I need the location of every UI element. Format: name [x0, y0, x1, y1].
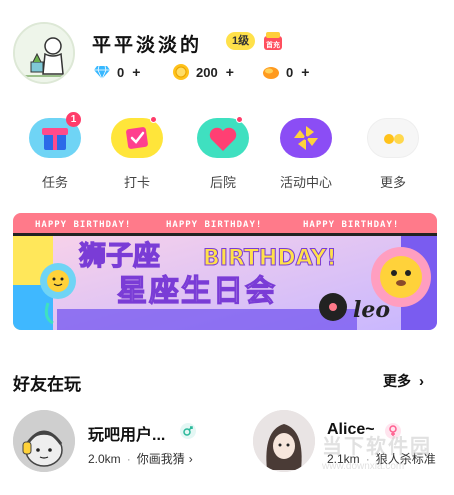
- friend-avatar[interactable]: [13, 410, 75, 472]
- diamond-add-button[interactable]: +: [132, 64, 140, 80]
- friend-distance: 2.0km: [88, 452, 121, 466]
- banner-strip-text: HAPPY BIRTHDAY!: [35, 220, 131, 230]
- diamond-icon: [94, 65, 110, 80]
- banner-line1-cn: 狮子座: [79, 240, 160, 272]
- action-backyard-label: 后院: [209, 175, 236, 190]
- friend-game: 你画我猜: [136, 452, 185, 466]
- username: 平平淡淡的: [92, 35, 203, 56]
- action-activity-center[interactable]: 活动中心: [275, 118, 337, 191]
- record-icon: [319, 293, 347, 321]
- friends-section-title: 好友在玩: [13, 375, 81, 394]
- banner-strip-text: HAPPY BIRTHDAY!: [303, 220, 399, 230]
- coin-count: 200: [196, 64, 218, 80]
- user-avatar[interactable]: [13, 22, 75, 84]
- gender-icon: [385, 423, 401, 439]
- level-badge[interactable]: 1级: [226, 32, 256, 50]
- friend-distance: 2.1km: [327, 452, 360, 466]
- chevron-right-icon: ›: [419, 372, 424, 390]
- coin-add-button[interactable]: +: [226, 64, 234, 80]
- leo-birthday-banner[interactable]: HAPPY BIRTHDAY! HAPPY BIRTHDAY! HAPPY BI…: [13, 213, 437, 330]
- action-task[interactable]: 1 任务: [24, 112, 86, 191]
- action-activity-center-label: 活动中心: [279, 175, 332, 190]
- action-task-label: 任务: [41, 175, 68, 190]
- gender-icon: [180, 423, 196, 439]
- heart-icon: [197, 116, 249, 158]
- banner-line2-cn: 星座生日会: [117, 274, 277, 309]
- checkin-dot: [150, 116, 157, 123]
- banner-line1-en: BIRTHDAY!: [203, 246, 336, 271]
- friends-more-link[interactable]: 更多 ›: [383, 371, 424, 391]
- gift-task-icon: 1: [29, 112, 81, 158]
- bean-icon: [263, 67, 279, 79]
- recharge-label: 首充: [266, 40, 280, 49]
- diamond-stat[interactable]: 0 +: [93, 62, 140, 82]
- coin-stat[interactable]: 200 +: [172, 62, 234, 82]
- action-checkin[interactable]: 打卡: [106, 116, 168, 191]
- friend-name: Alice~: [327, 421, 375, 438]
- action-more-label: 更多: [379, 175, 406, 190]
- friend-game: 狼人杀标准: [375, 452, 436, 466]
- banner-strip-text: HAPPY BIRTHDAY!: [166, 220, 262, 230]
- action-checkin-label: 打卡: [123, 175, 150, 190]
- friend-avatar[interactable]: [253, 410, 315, 472]
- bean-add-button[interactable]: +: [301, 64, 309, 80]
- friend-name: 玩吧用户...: [88, 427, 166, 444]
- bean-stat[interactable]: 0 +: [262, 62, 309, 82]
- friend-meta[interactable]: 2.1km · 狼人杀标准: [327, 450, 436, 467]
- pinwheel-icon: [280, 118, 332, 158]
- backyard-dot: [236, 116, 243, 123]
- checkin-icon: [111, 116, 163, 158]
- task-count-badge: 1: [66, 112, 81, 127]
- diamond-count: 0: [117, 64, 125, 80]
- first-recharge-icon[interactable]: 首充: [262, 30, 284, 52]
- friends-more-label: 更多: [383, 373, 411, 389]
- friend-meta[interactable]: 2.0km · 你画我猜 ›: [88, 450, 193, 467]
- coin-icon: [173, 64, 189, 80]
- chevron-right-icon: ›: [188, 452, 193, 466]
- banner-logo-text: leo: [353, 297, 390, 323]
- bean-count: 0: [286, 64, 294, 80]
- more-dots-icon: [367, 118, 419, 158]
- action-backyard[interactable]: 后院: [192, 116, 254, 191]
- action-more[interactable]: 更多: [362, 118, 424, 191]
